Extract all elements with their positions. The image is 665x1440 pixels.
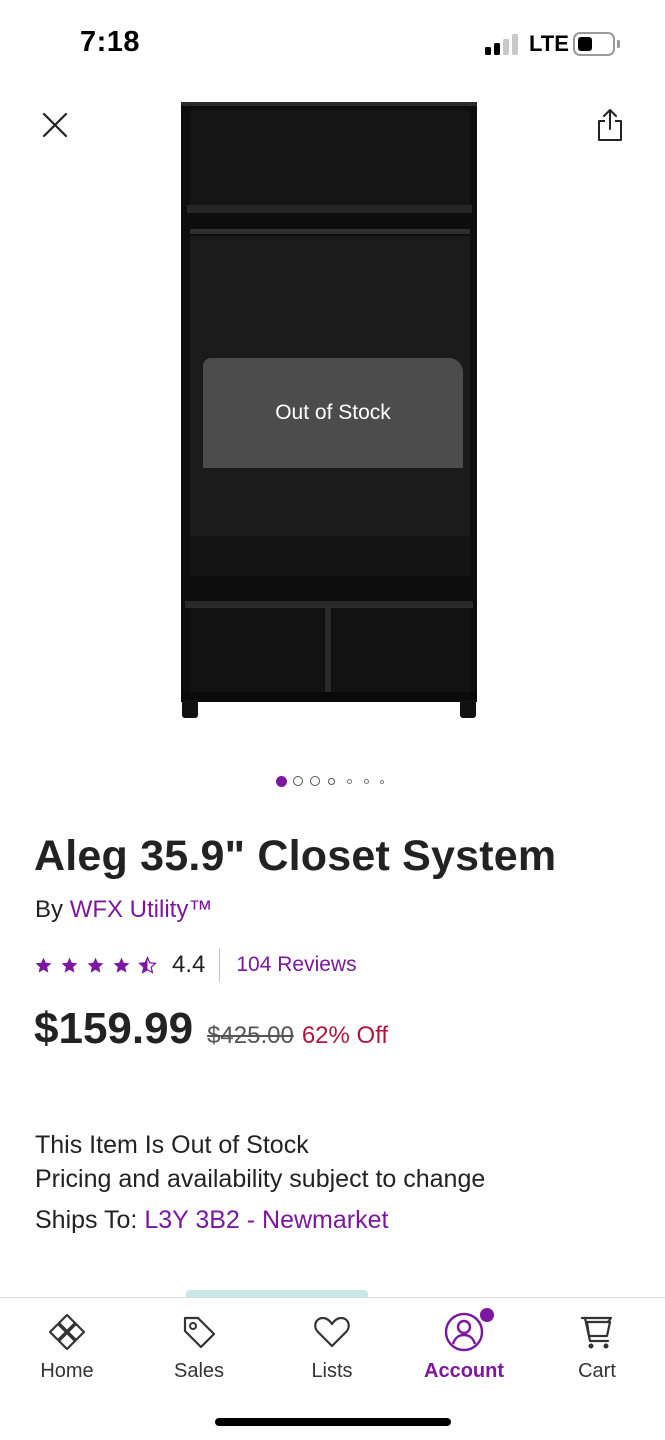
star-icon xyxy=(87,957,104,973)
carousel-dot[interactable] xyxy=(380,780,384,784)
nav-sales-label: Sales xyxy=(173,1360,225,1382)
status-time: 7:18 xyxy=(80,26,141,58)
nav-sales[interactable]: Sales xyxy=(144,1310,254,1390)
sale-price: $159.99 xyxy=(34,1004,194,1053)
carousel-dot[interactable] xyxy=(328,778,335,785)
pricing-note: Pricing and availability subject to chan… xyxy=(35,1165,486,1193)
cart-icon xyxy=(575,1310,619,1354)
tag-icon xyxy=(177,1310,221,1354)
discount-label: 62% Off xyxy=(301,1022,389,1049)
nav-account[interactable]: Account xyxy=(409,1308,519,1390)
star-icon xyxy=(113,957,130,973)
star-icon xyxy=(35,957,52,973)
heart-icon xyxy=(310,1310,354,1354)
original-price: $425.00 xyxy=(207,1022,294,1049)
battery-nub xyxy=(617,40,620,48)
ships-to: Ships To: L3Y 3B2 - Newmarket xyxy=(35,1206,388,1235)
image-carousel-indicator[interactable] xyxy=(0,772,665,790)
battery-icon xyxy=(573,32,615,56)
close-icon xyxy=(42,112,68,138)
signal-strength-icon xyxy=(485,33,521,55)
carousel-dot[interactable] xyxy=(347,779,352,784)
nav-lists-label: Lists xyxy=(311,1360,353,1382)
rating-row[interactable]: 4.4 104 Reviews xyxy=(34,948,357,982)
by-label: By xyxy=(35,896,64,923)
nav-lists[interactable]: Lists xyxy=(277,1310,387,1390)
ships-to-location-link[interactable]: L3Y 3B2 - Newmarket xyxy=(144,1206,388,1234)
carousel-dot[interactable] xyxy=(310,776,320,786)
carousel-dot[interactable] xyxy=(293,776,303,786)
ships-to-label: Ships To: xyxy=(35,1206,138,1234)
nav-home[interactable]: Home xyxy=(12,1310,122,1390)
share-button[interactable] xyxy=(585,100,635,150)
network-type: LTE xyxy=(529,31,569,56)
out-of-stock-overlay: Out of Stock xyxy=(203,358,463,468)
notification-badge xyxy=(480,1308,494,1322)
availability-text: This Item Is Out of Stock xyxy=(35,1131,309,1159)
nav-cart[interactable]: Cart xyxy=(542,1310,652,1390)
star-icon xyxy=(61,957,78,973)
home-icon xyxy=(45,1310,89,1354)
brand-link[interactable]: WFX Utility™ xyxy=(70,896,213,923)
half-star-icon xyxy=(138,955,157,974)
close-button[interactable] xyxy=(30,100,80,150)
rating-divider xyxy=(219,948,221,982)
nav-home-label: Home xyxy=(40,1360,94,1382)
rating-value: 4.4 xyxy=(172,951,206,978)
home-indicator[interactable] xyxy=(215,1418,451,1426)
brand-byline: By WFX Utility™ xyxy=(35,896,212,924)
carousel-dot-active[interactable] xyxy=(276,776,287,787)
nav-account-label: Account xyxy=(424,1360,504,1382)
star-rating xyxy=(34,955,164,975)
share-icon xyxy=(598,109,622,141)
product-title: Aleg 35.9" Closet System xyxy=(34,832,557,880)
nav-cart-label: Cart xyxy=(578,1360,616,1382)
carousel-dot[interactable] xyxy=(364,779,369,784)
reviews-link[interactable]: 104 Reviews xyxy=(236,953,356,977)
status-bar: 7:18 LTE xyxy=(0,0,665,90)
product-detail-page: 7:18 LTE Out of Stock Aleg 35.9" Closet … xyxy=(0,0,665,1440)
price-row: $159.99 $425.00 62% Off xyxy=(34,1004,388,1054)
account-icon xyxy=(442,1308,494,1354)
